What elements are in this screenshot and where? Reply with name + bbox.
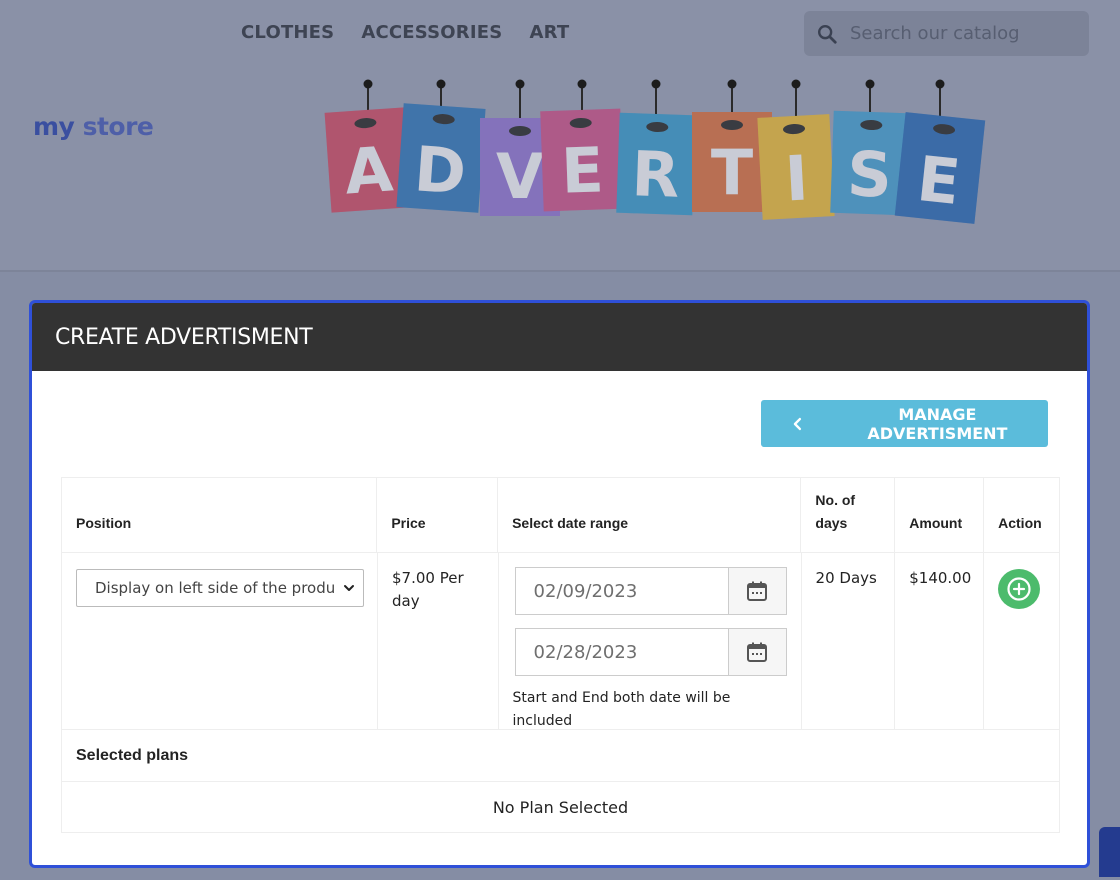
table-row: Display on left side of the product page… — [62, 553, 1059, 730]
side-edge-button[interactable] — [1099, 827, 1120, 877]
create-ad-modal: CREATE ADVERTISMENT MANAGE ADVERTISMENT … — [29, 300, 1090, 868]
modal-header: CREATE ADVERTISMENT — [32, 303, 1087, 371]
nav-clothes[interactable]: CLOTHES — [241, 22, 334, 43]
action-cell — [984, 553, 1059, 729]
modal-title: CREATE ADVERTISMENT — [55, 324, 313, 350]
banner-card: I — [757, 79, 835, 220]
manage-button-label: MANAGE ADVERTISMENT — [867, 404, 1008, 443]
add-plan-button[interactable] — [998, 569, 1041, 609]
nav-art[interactable]: ART — [529, 22, 569, 43]
calendar-icon — [747, 581, 768, 601]
position-select-value: Display on left side of the product page — [95, 578, 335, 597]
store-logo[interactable]: my store — [33, 112, 154, 141]
price-cell: $7.00 Per day — [378, 553, 499, 729]
selected-plans-heading: Selected plans — [62, 730, 1059, 782]
logo-word-my: my — [33, 112, 75, 141]
col-price: Price — [377, 478, 499, 552]
site-header: CLOTHES ACCESSORIES ART my store ADVERTI… — [0, 0, 1120, 272]
nav-accessories[interactable]: ACCESSORIES — [361, 22, 502, 43]
banner-card: E — [894, 79, 986, 224]
days-cell: 20 Days — [802, 553, 896, 729]
col-days: No. of days — [801, 478, 896, 552]
search-icon — [818, 24, 837, 44]
start-date-group — [514, 567, 787, 615]
position-cell: Display on left side of the product page — [62, 553, 378, 729]
start-date-input[interactable] — [514, 567, 728, 615]
amount-cell: $140.00 — [895, 553, 985, 729]
advertise-banner: ADVERTISE — [324, 79, 986, 224]
banner-card: E — [540, 79, 624, 212]
ad-plan-table: Position Price Select date range No. of … — [61, 477, 1060, 833]
date-hint: Start and End both date will be included — [512, 690, 731, 729]
chevron-left-icon — [793, 417, 802, 430]
col-amount: Amount — [895, 478, 985, 552]
col-date-range: Select date range — [498, 478, 802, 552]
col-action: Action — [998, 515, 1042, 531]
logo-word-store: store — [82, 112, 154, 141]
calendar-icon — [747, 642, 768, 662]
search-box[interactable] — [804, 11, 1089, 56]
top-nav: CLOTHES ACCESSORIES ART — [241, 22, 569, 43]
position-select[interactable]: Display on left side of the product page — [76, 569, 364, 607]
no-plan-message: No Plan Selected — [492, 797, 629, 817]
col-position: Position — [62, 478, 378, 552]
search-input[interactable] — [850, 23, 1070, 44]
end-date-calendar-button[interactable] — [727, 628, 787, 676]
table-header-row: Position Price Select date range No. of … — [62, 478, 1059, 553]
end-date-input[interactable] — [514, 628, 728, 676]
banner-card: R — [616, 79, 696, 216]
banner-card: D — [396, 79, 486, 213]
plus-circle-icon — [1007, 577, 1031, 601]
start-date-calendar-button[interactable] — [727, 567, 787, 615]
date-range-cell: Start and End both date will be included — [499, 553, 802, 729]
manage-advertisment-button[interactable]: MANAGE ADVERTISMENT — [761, 400, 1048, 447]
end-date-group — [514, 628, 787, 676]
chevron-down-icon — [344, 585, 354, 591]
